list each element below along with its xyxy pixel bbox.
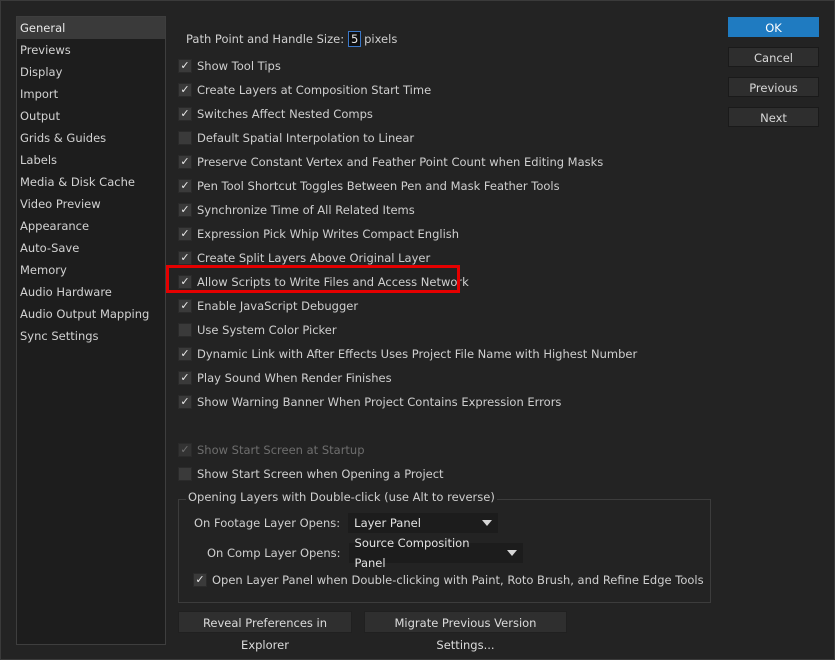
sidebar-item-output[interactable]: Output: [17, 105, 165, 127]
checkbox-label: Expression Pick Whip Writes Compact Engl…: [197, 227, 460, 241]
sidebar-item-appearance[interactable]: Appearance: [17, 215, 165, 237]
sidebar-item-media-disk-cache[interactable]: Media & Disk Cache: [17, 171, 165, 193]
checkbox-label: Default Spatial Interpolation to Linear: [197, 131, 415, 145]
reveal-preferences-button[interactable]: Reveal Preferences in Explorer: [178, 611, 352, 652]
checkbox-label: Create Split Layers Above Original Layer: [197, 251, 431, 265]
sidebar-item-video-preview[interactable]: Video Preview: [17, 193, 165, 215]
checkbox-row[interactable]: Show Start Screen when Opening a Project: [178, 464, 444, 484]
cancel-button[interactable]: Cancel: [728, 47, 819, 67]
checkbox-show-tool-tips[interactable]: ✓: [178, 59, 192, 73]
footage-layer-dropdown[interactable]: Layer Panel: [348, 513, 499, 533]
footage-layer-row: On Footage Layer Opens: Layer Panel: [194, 513, 499, 533]
checkbox-play-sound-render[interactable]: ✓: [178, 371, 192, 385]
footage-layer-label: On Footage Layer Opens:: [194, 516, 341, 530]
comp-layer-value: Source Composition Panel: [354, 536, 470, 570]
checkbox-default-spatial-linear[interactable]: [178, 131, 192, 145]
path-point-size-label: Path Point and Handle Size:: [186, 32, 345, 46]
checkbox-row[interactable]: ✓ Show Warning Banner When Project Contai…: [178, 392, 561, 412]
checkbox-label: Synchronize Time of All Related Items: [197, 203, 415, 217]
sidebar-item-sync-settings[interactable]: Sync Settings: [17, 325, 165, 347]
checkbox-label: Dynamic Link with After Effects Uses Pro…: [197, 347, 638, 361]
checkbox-preserve-vertex-count[interactable]: ✓: [178, 155, 192, 169]
checkbox-open-layer-panel[interactable]: ✓: [193, 573, 207, 587]
footage-layer-value: Layer Panel: [354, 516, 421, 530]
checkbox-start-screen-startup: ✓: [178, 443, 192, 457]
sidebar-item-auto-save[interactable]: Auto-Save: [17, 237, 165, 259]
checkbox-create-layers-start-time[interactable]: ✓: [178, 83, 192, 97]
comp-layer-row: On Comp Layer Opens: Source Composition …: [207, 536, 523, 570]
checkbox-label: Open Layer Panel when Double-clicking wi…: [212, 573, 704, 587]
checkbox-row[interactable]: ✓ Open Layer Panel when Double-clicking …: [193, 570, 704, 590]
checkbox-row[interactable]: ✓ Create Layers at Composition Start Time: [178, 80, 431, 100]
sidebar-item-general[interactable]: General: [17, 17, 165, 39]
checkbox-label: Enable JavaScript Debugger: [197, 299, 359, 313]
comp-layer-dropdown[interactable]: Source Composition Panel: [348, 536, 523, 570]
checkbox-synchronize-time[interactable]: ✓: [178, 203, 192, 217]
sidebar-item-import[interactable]: Import: [17, 83, 165, 105]
checkbox-label: Pen Tool Shortcut Toggles Between Pen an…: [197, 179, 560, 193]
sidebar-item-display[interactable]: Display: [17, 61, 165, 83]
preferences-sidebar: General Previews Display Import Output G…: [16, 16, 166, 645]
checkbox-row[interactable]: ✓ Synchronize Time of All Related Items: [178, 200, 415, 220]
sidebar-item-grids-guides[interactable]: Grids & Guides: [17, 127, 165, 149]
checkbox-row[interactable]: ✓ Pen Tool Shortcut Toggles Between Pen a…: [178, 176, 560, 196]
checkbox-warning-banner[interactable]: ✓: [178, 395, 192, 409]
checkbox-row[interactable]: ✓ Play Sound When Render Finishes: [178, 368, 392, 388]
checkbox-row[interactable]: ✓ Preserve Constant Vertex and Feather Po…: [178, 152, 603, 172]
migrate-settings-button[interactable]: Migrate Previous Version Settings...: [364, 611, 567, 652]
sidebar-item-memory[interactable]: Memory: [17, 259, 165, 281]
checkbox-row[interactable]: Use System Color Picker: [178, 320, 337, 340]
checkbox-label: Show Tool Tips: [197, 59, 281, 73]
checkbox-row[interactable]: ✓ Dynamic Link with After Effects Uses Pr…: [178, 344, 637, 364]
checkbox-split-layers-above[interactable]: ✓: [178, 251, 192, 265]
path-point-size-unit: pixels: [364, 32, 398, 46]
chevron-down-icon: [506, 550, 517, 556]
sidebar-item-audio-hardware[interactable]: Audio Hardware: [17, 281, 165, 303]
chevron-down-icon: [482, 520, 493, 526]
comp-layer-label: On Comp Layer Opens:: [207, 546, 341, 560]
previous-button[interactable]: Previous: [728, 77, 819, 97]
opening-layers-title: Opening Layers with Double-click (use Al…: [186, 490, 497, 504]
checkbox-label: Use System Color Picker: [197, 323, 337, 337]
sidebar-item-audio-output-mapping[interactable]: Audio Output Mapping: [17, 303, 165, 325]
checkbox-pick-whip-compact[interactable]: ✓: [178, 227, 192, 241]
checkbox-row[interactable]: Default Spatial Interpolation to Linear: [178, 128, 414, 148]
sidebar-item-previews[interactable]: Previews: [17, 39, 165, 61]
checkbox-label: Play Sound When Render Finishes: [197, 371, 392, 385]
checkbox-row[interactable]: ✓ Show Tool Tips: [178, 56, 281, 76]
ok-button[interactable]: OK: [728, 17, 819, 37]
checkbox-label: Switches Affect Nested Comps: [197, 107, 373, 121]
checkbox-label: Create Layers at Composition Start Time: [197, 83, 432, 97]
checkbox-row[interactable]: ✓ Enable JavaScript Debugger: [178, 296, 358, 316]
checkbox-row[interactable]: ✓ Expression Pick Whip Writes Compact Eng…: [178, 224, 459, 244]
checkbox-start-screen-opening[interactable]: [178, 467, 192, 481]
checkbox-switches-nested-comps[interactable]: ✓: [178, 107, 192, 121]
sidebar-item-labels[interactable]: Labels: [17, 149, 165, 171]
highlight-annotation: [166, 265, 460, 293]
path-point-size-input[interactable]: 5: [348, 31, 362, 47]
checkbox-row[interactable]: ✓ Switches Affect Nested Comps: [178, 104, 373, 124]
checkbox-label: Show Start Screen when Opening a Project: [197, 467, 444, 481]
checkbox-pen-tool-toggles[interactable]: ✓: [178, 179, 192, 193]
checkbox-system-color-picker[interactable]: [178, 323, 192, 337]
checkbox-label: Show Warning Banner When Project Contain…: [197, 395, 562, 409]
next-button[interactable]: Next: [728, 107, 819, 127]
checkbox-javascript-debugger[interactable]: ✓: [178, 299, 192, 313]
checkbox-label: Show Start Screen at Startup: [197, 443, 365, 457]
path-point-size-row: Path Point and Handle Size: 5 pixels: [186, 29, 397, 49]
checkbox-label: Preserve Constant Vertex and Feather Poi…: [197, 155, 604, 169]
checkbox-dynamic-link-highest[interactable]: ✓: [178, 347, 192, 361]
checkbox-row: ✓ Show Start Screen at Startup: [178, 440, 365, 460]
